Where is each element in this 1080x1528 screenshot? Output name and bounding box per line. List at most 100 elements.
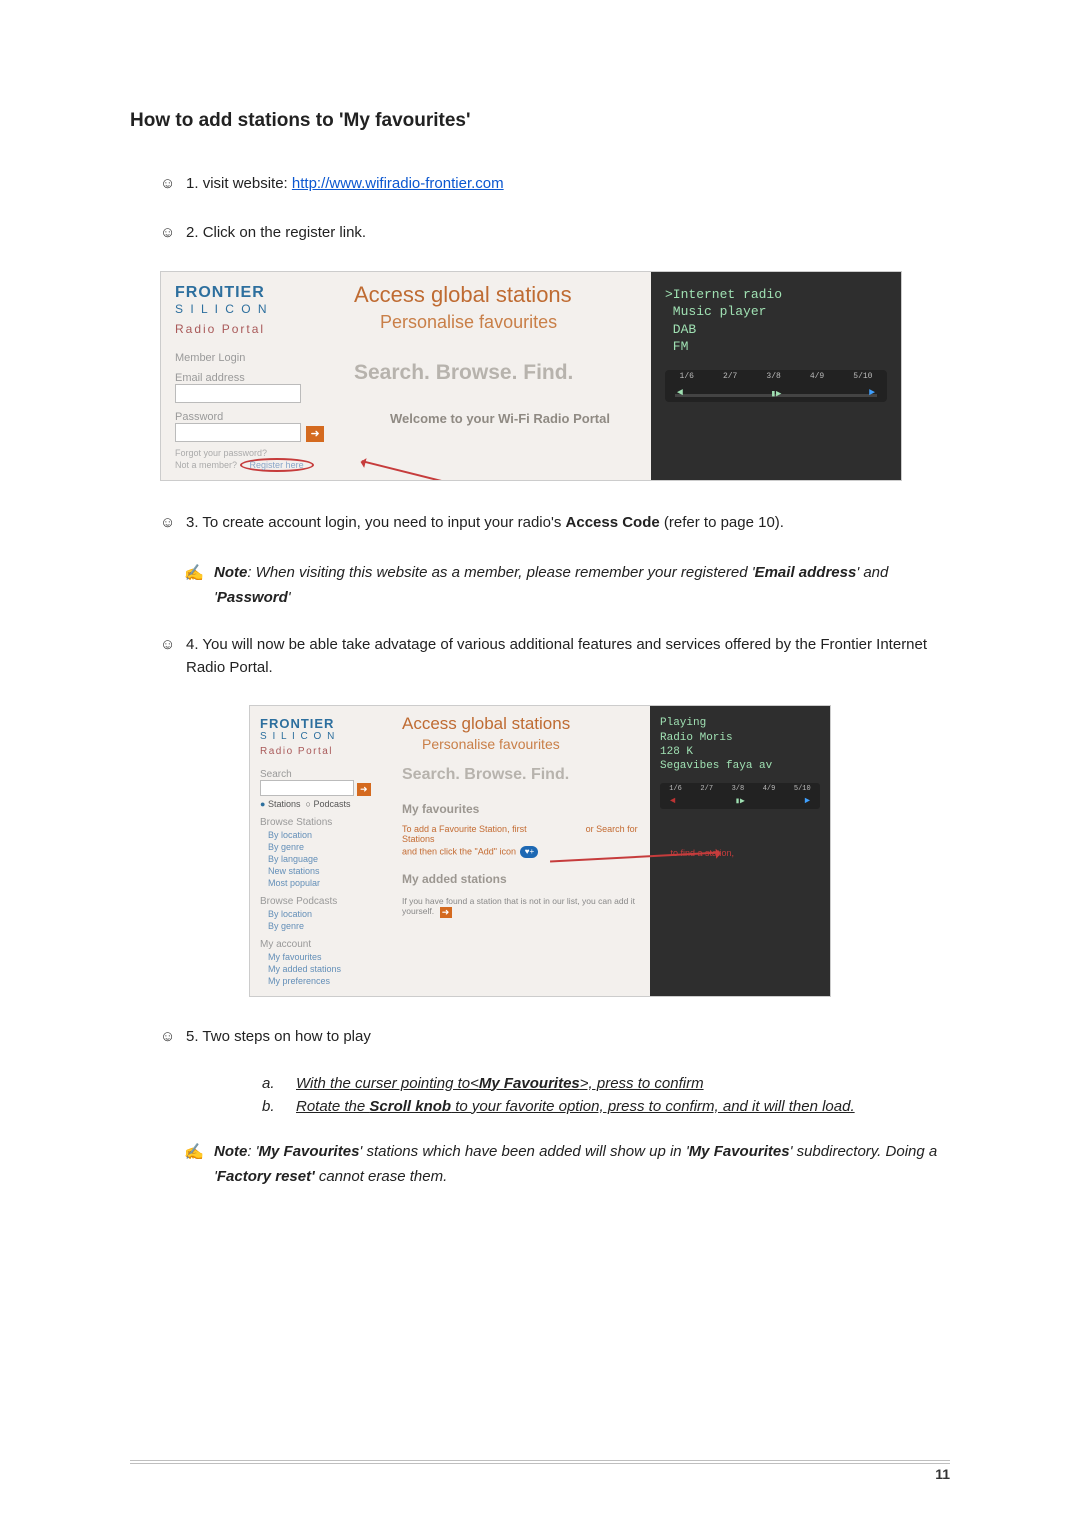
next-icon: ►: [869, 388, 875, 399]
tagline-2: Personalise favourites: [422, 736, 642, 752]
substep-b-letter: b.: [262, 1098, 296, 1115]
hand-icon: ✍: [184, 1139, 214, 1166]
radio-stations[interactable]: Stations: [268, 799, 301, 809]
forgot-password-link[interactable]: Forgot your password?: [175, 448, 340, 458]
sidebar-item-new-stations[interactable]: New stations: [268, 866, 390, 876]
tick: 1/6: [669, 785, 682, 793]
tagline-1: Access global stations: [354, 282, 639, 308]
tick: 2/7: [723, 372, 737, 381]
radio-podcasts[interactable]: Podcasts: [313, 799, 350, 809]
tick: 4/9: [810, 372, 824, 381]
login-sidebar: FRONTIER S I L I C O N Radio Portal Memb…: [161, 272, 350, 480]
footer-rule: [130, 1460, 950, 1461]
smiley-icon: ☺: [160, 633, 186, 656]
prev-icon: ◄: [677, 388, 683, 399]
email-field[interactable]: [175, 384, 301, 403]
add-favourite-icon[interactable]: ♥+: [520, 846, 538, 858]
step-4-text: You will now be able take advatage of va…: [186, 636, 927, 676]
radio-display: >Internet radio Music player DAB FM 1/6 …: [651, 272, 901, 480]
step-1-text: visit website:: [203, 175, 292, 192]
sidebar-item-by-genre[interactable]: By genre: [268, 842, 390, 852]
note1-email: Email address: [755, 564, 857, 581]
step-2-text: Click on the register link.: [203, 224, 366, 241]
step-2: ☺ 2. Click on the register link.: [160, 221, 950, 244]
note2-bold3: Factory reset': [217, 1168, 315, 1185]
page-title: How to add stations to 'My favourites': [130, 110, 950, 132]
page-footer: 11: [130, 1458, 950, 1482]
my-favourites-heading: My favourites: [402, 802, 642, 816]
website-link[interactable]: http://www.wifiradio-frontier.com: [292, 175, 504, 192]
note2-before1: : ': [247, 1143, 258, 1160]
tagline-3: Search. Browse. Find.: [354, 361, 639, 385]
note2-after2: cannot erase them.: [315, 1168, 448, 1185]
sidebar-item-my-favourites[interactable]: My favourites: [268, 952, 390, 962]
tick: 3/8: [732, 785, 745, 793]
brand-bottom: S I L I C O N: [260, 731, 390, 742]
step-4-number: 4.: [186, 636, 199, 653]
radio-dial: 1/6 2/7 3/8 4/9 5/10 ◄ ▮▶ ►: [665, 370, 887, 402]
footer-rule: [130, 1463, 950, 1464]
radio-line-bitrate: 128 K: [660, 745, 820, 759]
add-station-go-button[interactable]: ➜: [440, 907, 452, 918]
note1-after: ': [288, 589, 291, 606]
hand-icon: ✍: [184, 560, 214, 587]
note1-before: : When visiting this website as a member…: [247, 564, 754, 581]
radio-line-dab: DAB: [665, 321, 887, 339]
loggedin-sidebar: FRONTIER S I L I C O N Radio Portal Sear…: [250, 706, 398, 996]
sidebar-item-my-added-stations[interactable]: My added stations: [268, 964, 390, 974]
step-5-number: 5.: [186, 1028, 199, 1045]
note2-mid1: ' stations which have been added will sh…: [359, 1143, 688, 1160]
substep-b-before: Rotate the: [296, 1098, 369, 1115]
login-go-button[interactable]: ➜: [306, 426, 324, 442]
step-1-number: 1.: [186, 175, 199, 192]
step-3-number: 3.: [186, 514, 199, 531]
sidebar-item-pod-genre[interactable]: By genre: [268, 921, 390, 931]
note2-bold2: My Favourites: [689, 1143, 790, 1160]
substep-a-bold: My Favourites: [479, 1075, 580, 1092]
brand-sub: Radio Portal: [175, 322, 340, 336]
play-substeps: a. With the curser pointing to<My Favour…: [262, 1075, 950, 1115]
smiley-icon: ☺: [160, 221, 186, 244]
password-label: Password: [175, 411, 340, 423]
search-go-button[interactable]: ➜: [357, 783, 371, 796]
page-number: 11: [130, 1466, 950, 1482]
tagline-3: Search. Browse. Find.: [402, 766, 642, 784]
register-arrow-callout: [361, 460, 517, 481]
brand-top: FRONTIER: [175, 284, 340, 302]
tick: 1/6: [680, 372, 694, 381]
password-field[interactable]: [175, 423, 301, 442]
play-icon: ▮▶: [735, 796, 745, 806]
not-a-member: Not a member?: [175, 460, 237, 470]
smiley-icon: ☺: [160, 172, 186, 195]
radio-line-music: Music player: [665, 303, 887, 321]
portal-loggedin-screenshot: FRONTIER S I L I C O N Radio Portal Sear…: [249, 705, 831, 997]
added-help-text: If you have found a station that is not …: [402, 896, 635, 916]
sidebar-item-my-preferences[interactable]: My preferences: [268, 976, 390, 986]
substep-a-after: >, press to confirm: [580, 1075, 704, 1092]
note1-password: Password: [217, 589, 288, 606]
radio-line-track: Segavibes faya av: [660, 759, 820, 773]
substep-b-after: to your favorite option, press to confir…: [451, 1098, 855, 1115]
smiley-icon: ☺: [160, 1025, 186, 1048]
step-5: ☺ 5. Two steps on how to play: [160, 1025, 950, 1048]
radio-dial: 1/6 2/7 3/8 4/9 5/10 ◄ ▮▶ ►: [660, 783, 820, 809]
sidebar-item-pod-location[interactable]: By location: [268, 909, 390, 919]
tagline-2: Personalise favourites: [380, 312, 639, 333]
search-input[interactable]: [260, 780, 354, 796]
browse-stations-heading: Browse Stations: [260, 817, 390, 828]
radio-dot-icon[interactable]: ●: [260, 799, 265, 809]
step-3-after: (refer to page 10).: [664, 514, 784, 531]
sidebar-item-by-location[interactable]: By location: [268, 830, 390, 840]
tick: 2/7: [700, 785, 713, 793]
step-1: ☺ 1. visit website: http://www.wifiradio…: [160, 172, 950, 195]
loggedin-main: Access global stations Personalise favou…: [398, 706, 650, 996]
browse-podcasts-heading: Browse Podcasts: [260, 896, 390, 907]
sidebar-item-most-popular[interactable]: Most popular: [268, 878, 390, 888]
radio-circle-icon[interactable]: ○: [306, 799, 311, 809]
substep-b: b. Rotate the Scroll knob to your favori…: [262, 1098, 950, 1115]
sidebar-item-by-language[interactable]: By language: [268, 854, 390, 864]
my-account-heading: My account: [260, 939, 390, 950]
note-label: Note: [214, 564, 247, 581]
radio-line-fm: FM: [665, 338, 887, 356]
register-link-callout[interactable]: Register here: [240, 458, 314, 472]
